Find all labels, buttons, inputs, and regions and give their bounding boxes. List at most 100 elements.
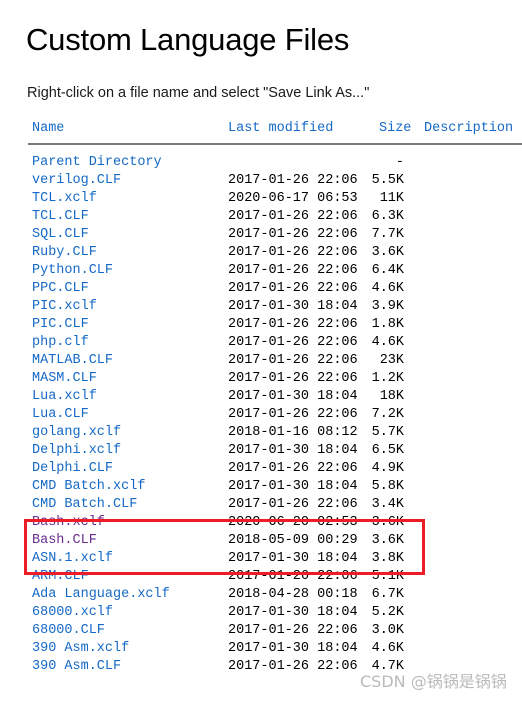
file-size: 4.6K — [371, 335, 404, 350]
table-row: Ruby.CLF 2017-01-26 22:06 3.6K — [0, 244, 522, 262]
table-row: Lua.CLF 2017-01-26 22:06 7.2K — [0, 406, 522, 424]
file-link[interactable]: Python.CLF — [32, 262, 113, 280]
file-link[interactable]: 68000.CLF — [32, 622, 105, 640]
file-size: 6.4K — [371, 263, 404, 278]
table-row: SQL.CLF 2017-01-26 22:06 7.7K — [0, 226, 522, 244]
file-link[interactable]: MATLAB.CLF — [32, 352, 113, 370]
file-link[interactable]: PIC.CLF — [32, 316, 89, 334]
table-row: CMD Batch.CLF 2017-01-26 22:06 3.4K — [0, 496, 522, 514]
file-modified: 2017-01-30 18:04 — [228, 389, 358, 404]
file-link[interactable]: golang.xclf — [32, 424, 121, 442]
file-size: 3.9K — [371, 299, 404, 314]
file-size: 5.2K — [371, 605, 404, 620]
file-modified: 2017-01-26 22:06 — [228, 173, 358, 188]
file-size: 23K — [379, 353, 404, 368]
file-size: - — [395, 155, 404, 170]
column-header-description[interactable]: Description — [424, 121, 513, 136]
table-row: PIC.CLF 2017-01-26 22:06 1.8K — [0, 316, 522, 334]
file-link[interactable]: SQL.CLF — [32, 226, 89, 244]
directory-listing: Name Last modified Size Description Pare… — [0, 118, 522, 674]
column-header-last-modified[interactable]: Last modified — [228, 121, 333, 136]
file-modified: 2017-01-30 18:04 — [228, 443, 358, 458]
table-row: Bash.CLF 2018-05-09 00:29 3.6K — [0, 532, 522, 550]
file-link[interactable]: 390 Asm.xclf — [32, 640, 129, 658]
table-row: TCL.xclf 2020-06-17 06:53 11K — [0, 190, 522, 208]
file-link[interactable]: Delphi.CLF — [32, 460, 113, 478]
table-row: Python.CLF 2017-01-26 22:06 6.4K — [0, 262, 522, 280]
file-modified: 2017-01-26 22:06 — [228, 353, 358, 368]
file-modified: 2017-01-26 22:06 — [228, 263, 358, 278]
file-link[interactable]: php.clf — [32, 334, 89, 352]
file-modified: 2017-01-26 22:06 — [228, 659, 358, 674]
file-modified: 2018-05-09 00:29 — [228, 533, 358, 548]
table-row: Ada Language.xclf 2018-04-28 00:18 6.7K — [0, 586, 522, 604]
file-link[interactable]: Delphi.xclf — [32, 442, 121, 460]
file-modified: 2018-01-16 08:12 — [228, 425, 358, 440]
file-link[interactable]: Parent Directory — [32, 154, 162, 172]
table-row: PPC.CLF 2017-01-26 22:06 4.6K — [0, 280, 522, 298]
file-link[interactable]: TCL.xclf — [32, 190, 97, 208]
file-link[interactable]: TCL.CLF — [32, 208, 89, 226]
file-link[interactable]: CMD Batch.CLF — [32, 496, 137, 514]
table-row: Parent Directory - — [0, 154, 522, 172]
file-size: 4.9K — [371, 461, 404, 476]
file-size: 4.6K — [371, 281, 404, 296]
file-modified: 2017-01-26 22:06 — [228, 461, 358, 476]
file-link[interactable]: CMD Batch.xclf — [32, 478, 145, 496]
table-row: MATLAB.CLF 2017-01-26 22:06 23K — [0, 352, 522, 370]
file-size: 4.6K — [371, 641, 404, 656]
file-modified: 2020-06-17 06:53 — [228, 191, 358, 206]
file-modified: 2017-01-30 18:04 — [228, 641, 358, 656]
instruction-text: Right-click on a file name and select "S… — [27, 85, 370, 101]
file-link[interactable]: verilog.CLF — [32, 172, 121, 190]
file-modified: 2017-01-26 22:06 — [228, 317, 358, 332]
table-row: CMD Batch.xclf 2017-01-30 18:04 5.8K — [0, 478, 522, 496]
file-modified: 2017-01-26 22:06 — [228, 407, 358, 422]
file-size: 5.7K — [371, 425, 404, 440]
file-link[interactable]: Lua.xclf — [32, 388, 97, 406]
file-modified: 2017-01-30 18:04 — [228, 605, 358, 620]
file-modified: 2018-04-28 00:18 — [228, 587, 358, 602]
file-modified: 2017-01-26 22:06 — [228, 497, 358, 512]
table-row: Lua.xclf 2017-01-30 18:04 18K — [0, 388, 522, 406]
column-header-size[interactable]: Size — [379, 121, 411, 136]
file-link[interactable]: 390 Asm.CLF — [32, 658, 121, 676]
file-modified: 2017-01-26 22:06 — [228, 371, 358, 386]
file-modified: 2020-06-20 02:53 — [228, 515, 358, 530]
file-link[interactable]: PPC.CLF — [32, 280, 89, 298]
file-size: 11K — [379, 191, 404, 206]
file-modified: 2017-01-26 22:06 — [228, 209, 358, 224]
table-row: golang.xclf 2018-01-16 08:12 5.7K — [0, 424, 522, 442]
file-modified: 2017-01-30 18:04 — [228, 551, 358, 566]
file-size: 4.7K — [371, 659, 404, 674]
file-link[interactable]: MASM.CLF — [32, 370, 97, 388]
file-size: 6.3K — [371, 209, 404, 224]
file-modified: 2017-01-26 22:06 — [228, 227, 358, 242]
file-link[interactable]: Ruby.CLF — [32, 244, 97, 262]
file-size: 18K — [379, 389, 404, 404]
table-row: 68000.xclf 2017-01-30 18:04 5.2K — [0, 604, 522, 622]
table-row: ASN.1.xclf 2017-01-30 18:04 3.8K — [0, 550, 522, 568]
table-row: ARM.CLF 2017-01-26 22:06 5.1K — [0, 568, 522, 586]
file-link[interactable]: PIC.xclf — [32, 298, 97, 316]
file-link[interactable]: ARM.CLF — [32, 568, 89, 586]
column-header-name[interactable]: Name — [32, 121, 64, 136]
file-size: 7.7K — [371, 227, 404, 242]
file-size: 6.5K — [371, 443, 404, 458]
file-link[interactable]: ASN.1.xclf — [32, 550, 113, 568]
table-row: MASM.CLF 2017-01-26 22:06 1.2K — [0, 370, 522, 388]
table-row: Bash.xclf 2020-06-20 02:53 3.6K — [0, 514, 522, 532]
table-row: TCL.CLF 2017-01-26 22:06 6.3K — [0, 208, 522, 226]
file-link[interactable]: 68000.xclf — [32, 604, 113, 622]
file-link[interactable]: Bash.xclf — [32, 514, 105, 532]
file-link[interactable]: Ada Language.xclf — [32, 586, 170, 604]
table-row: 68000.CLF 2017-01-26 22:06 3.0K — [0, 622, 522, 640]
file-size: 3.6K — [371, 533, 404, 548]
file-modified: 2017-01-26 22:06 — [228, 281, 358, 296]
table-row: php.clf 2017-01-26 22:06 4.6K — [0, 334, 522, 352]
file-rows: Parent Directory - verilog.CLF 2017-01-26 2… — [0, 154, 522, 676]
file-link[interactable]: Lua.CLF — [32, 406, 89, 424]
page-title: Custom Language Files — [26, 22, 350, 57]
file-modified: 2017-01-30 18:04 — [228, 479, 358, 494]
file-link[interactable]: Bash.CLF — [32, 532, 97, 550]
